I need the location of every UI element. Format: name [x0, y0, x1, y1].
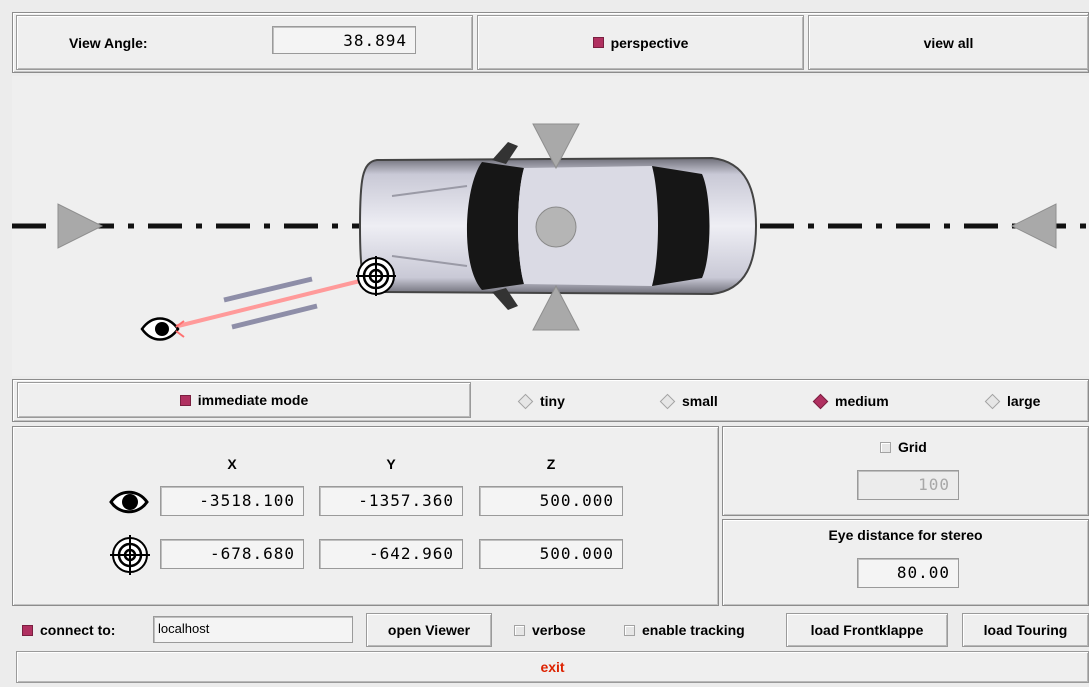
left-arrow-handle: [57, 203, 104, 249]
load-touring-button[interactable]: load Touring: [962, 613, 1089, 647]
size-tiny-label: tiny: [540, 393, 565, 409]
verbose-label: verbose: [532, 622, 586, 638]
tracking-label: enable tracking: [642, 622, 745, 638]
grid-check-indicator: [880, 441, 891, 453]
eye-z-field[interactable]: 500.000: [479, 486, 623, 516]
perspective-checkbox[interactable]: perspective: [477, 15, 804, 70]
radio-indicator-small: [659, 393, 676, 409]
exit-label: exit: [540, 659, 565, 675]
perspective-check-indicator: [592, 37, 604, 48]
tracking-checkbox[interactable]: enable tracking: [624, 620, 745, 640]
immediate-mode-checkbox[interactable]: immediate mode: [17, 382, 471, 418]
stereo-distance-field[interactable]: 80.00: [857, 558, 959, 588]
open-viewer-button[interactable]: open Viewer: [366, 613, 492, 647]
eye-row-icon: [108, 486, 150, 518]
size-radio-small[interactable]: small: [659, 391, 718, 411]
size-radio-large[interactable]: large: [984, 391, 1041, 411]
size-small-label: small: [682, 393, 718, 409]
size-large-label: large: [1007, 393, 1041, 409]
stereo-label: Eye distance for stereo: [828, 527, 983, 543]
view-line: [173, 276, 373, 329]
verbose-checkbox[interactable]: verbose: [514, 620, 586, 640]
view-angle-label: View Angle:: [69, 35, 148, 51]
exit-button[interactable]: exit: [16, 651, 1089, 683]
grid-checkbox[interactable]: Grid: [880, 437, 927, 457]
view-angle-group: View Angle: 38.894: [16, 15, 473, 70]
grid-label: Grid: [898, 439, 927, 455]
perspective-label: perspective: [610, 34, 689, 51]
load-frontklappe-label: load Frontklappe: [810, 622, 924, 638]
target-icon: [110, 535, 150, 575]
tracking-check-indicator: [624, 624, 635, 636]
view-angle-field[interactable]: 38.894: [272, 26, 416, 54]
size-radio-medium[interactable]: medium: [812, 391, 889, 411]
eye-icon: [140, 317, 185, 341]
size-radio-tiny[interactable]: tiny: [517, 391, 565, 411]
eye-icon: [109, 490, 149, 514]
header-x: X: [227, 456, 237, 472]
eye-x-field[interactable]: -3518.100: [160, 486, 304, 516]
load-frontklappe-button[interactable]: load Frontklappe: [786, 613, 948, 647]
verbose-check-indicator: [514, 624, 525, 636]
view-all-label: view all: [923, 34, 974, 51]
open-viewer-label: open Viewer: [387, 622, 471, 638]
immediate-mode-label: immediate mode: [197, 392, 309, 408]
connect-checkbox[interactable]: connect to:: [22, 620, 115, 640]
target-x-field[interactable]: -678.680: [160, 539, 304, 569]
view-all-button[interactable]: view all: [808, 15, 1089, 70]
eye-y-field[interactable]: -1357.360: [319, 486, 463, 516]
connect-label: connect to:: [40, 622, 116, 638]
target-row-icon: [110, 535, 150, 575]
load-touring-label: load Touring: [983, 622, 1068, 638]
header-y: Y: [386, 456, 396, 472]
size-medium-label: medium: [835, 393, 889, 409]
radio-indicator-tiny: [517, 393, 534, 409]
immediate-mode-indicator: [179, 394, 191, 406]
header-z: Z: [546, 456, 556, 472]
center-handle: [535, 206, 577, 248]
target-y-field[interactable]: -642.960: [319, 539, 463, 569]
connect-check-indicator: [22, 624, 33, 636]
radio-indicator-medium: [812, 393, 829, 409]
scene-svg: [12, 123, 1089, 341]
grid-value-field[interactable]: 100: [857, 470, 959, 500]
radio-indicator-large: [984, 393, 1001, 409]
viewer-canvas[interactable]: [12, 76, 1089, 376]
host-input[interactable]: localhost: [153, 616, 353, 643]
right-arrow-handle: [1010, 203, 1057, 249]
target-z-field[interactable]: 500.000: [479, 539, 623, 569]
